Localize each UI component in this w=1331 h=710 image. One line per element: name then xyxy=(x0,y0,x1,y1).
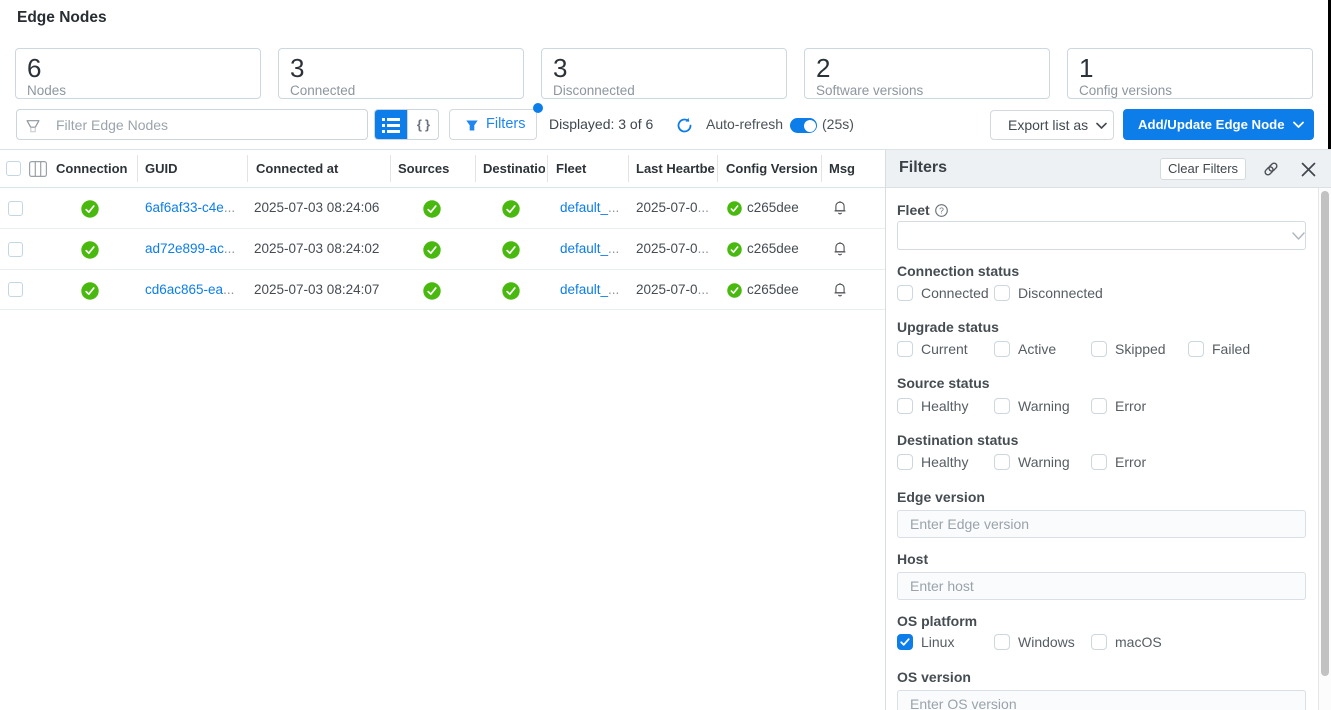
svg-text:?: ? xyxy=(939,205,944,215)
